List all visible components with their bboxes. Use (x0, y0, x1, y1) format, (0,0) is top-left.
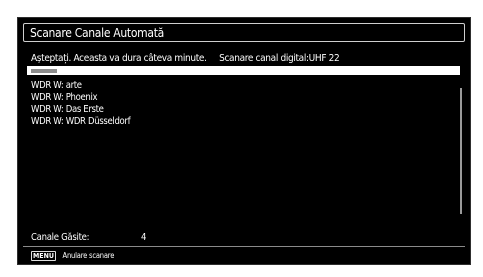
menu-key-badge[interactable]: MENU (31, 251, 56, 261)
wait-message: Așteptați. Aceasta va dura câteva minute… (31, 53, 207, 64)
channels-found-label: Canale Găsite: (31, 232, 90, 243)
scan-status-line: Așteptați. Aceasta va dura câteva minute… (31, 52, 340, 65)
cancel-scan-label: Anulare scanare (62, 251, 115, 260)
channel-list-item: WDR W: WDR Düsseldorf (31, 116, 131, 127)
channel-list-scrollbar[interactable] (460, 88, 462, 214)
channel-list-item: WDR W: Phoenix (31, 92, 98, 103)
auto-scan-dialog: Scanare Canale Automată Așteptați. Aceas… (17, 17, 471, 265)
footer-hint: MENU Anulare scanare (31, 251, 114, 261)
channels-found-count: 4 (141, 232, 147, 243)
scan-progress-bar (27, 66, 460, 75)
footer-divider (23, 246, 465, 247)
scan-channel-status: Scanare canal digital:UHF 22 (219, 53, 340, 64)
channel-list-item: WDR W: arte (31, 80, 82, 91)
channel-list-item: WDR W: Das Erste (31, 104, 104, 115)
screen: Scanare Canale Automată Așteptați. Aceas… (0, 0, 483, 277)
scan-progress-fill (31, 69, 57, 73)
dialog-title-bar: Scanare Canale Automată (23, 23, 465, 42)
found-channel-list: WDR W: arte WDR W: Phoenix WDR W: Das Er… (31, 80, 131, 128)
dialog-title: Scanare Canale Automată (30, 26, 164, 40)
